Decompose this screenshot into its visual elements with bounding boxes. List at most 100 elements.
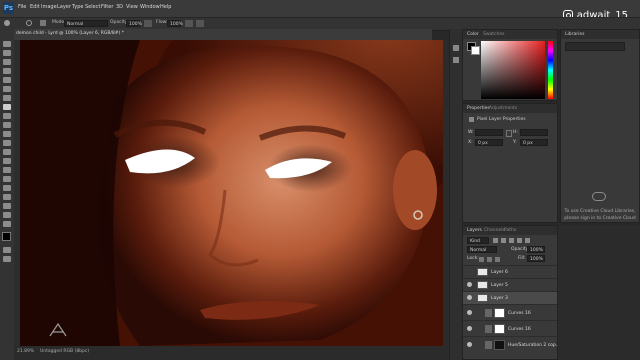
- tab-libraries[interactable]: Libraries: [565, 32, 584, 37]
- marquee-tool-icon[interactable]: [3, 50, 11, 56]
- brush-panel-icon[interactable]: [40, 20, 46, 26]
- layer-row[interactable]: Layer 6: [463, 265, 557, 278]
- blur-tool-icon[interactable]: [3, 149, 11, 155]
- menu-window[interactable]: Window: [140, 4, 160, 10]
- tab-paths[interactable]: Paths: [504, 228, 516, 233]
- layer-mask-thumbnail: [494, 340, 505, 350]
- smart-object-filter-icon[interactable]: [525, 238, 530, 243]
- menu-edit[interactable]: Edit: [30, 4, 40, 10]
- layer-name[interactable]: Layer 6: [491, 270, 508, 275]
- type-tool-icon[interactable]: [3, 176, 11, 182]
- history-brush-tool-icon[interactable]: [3, 122, 11, 128]
- visibility-eye-icon[interactable]: [467, 269, 472, 274]
- tab-layers[interactable]: Layers: [467, 228, 482, 233]
- zoom-level[interactable]: 21.89%: [17, 349, 34, 354]
- dodge-tool-icon[interactable]: [3, 158, 11, 164]
- lock-all-icon[interactable]: [495, 257, 500, 262]
- menu-select[interactable]: Select: [85, 4, 100, 10]
- adjustment-filter-icon[interactable]: [501, 238, 506, 243]
- tab-channels[interactable]: Channels: [484, 228, 505, 233]
- y-field[interactable]: 0 px: [520, 139, 548, 146]
- quick-select-tool-icon[interactable]: [3, 68, 11, 74]
- layer-row[interactable]: Hue/Saturation 2 cop...: [463, 336, 560, 352]
- layer-name[interactable]: Layer 3: [491, 296, 508, 301]
- crop-tool-icon[interactable]: [3, 77, 11, 83]
- history-icon[interactable]: [453, 45, 459, 51]
- layer-row[interactable]: Curves 16: [463, 320, 557, 336]
- tab-properties[interactable]: Properties: [467, 106, 490, 111]
- lock-position-icon[interactable]: [487, 257, 492, 262]
- type-filter-icon[interactable]: [509, 238, 514, 243]
- document-tab[interactable]: demon child - Lyrd @ 100% (Layer 6, RGB/…: [16, 31, 124, 36]
- color-picker-field[interactable]: [481, 41, 545, 99]
- menu-view[interactable]: View: [126, 4, 138, 10]
- visibility-eye-icon[interactable]: [467, 295, 472, 300]
- hue-slider[interactable]: [548, 41, 553, 99]
- visibility-eye-icon[interactable]: [467, 342, 472, 347]
- mode-select[interactable]: Normal: [64, 20, 108, 27]
- layer-name[interactable]: Hue/Saturation 2 cop...: [508, 343, 560, 348]
- x-field[interactable]: 0 px: [475, 139, 503, 146]
- lock-pixels-icon[interactable]: [479, 257, 484, 262]
- quick-mask-icon[interactable]: [3, 247, 11, 253]
- opacity-field[interactable]: 100%: [126, 20, 142, 27]
- layer-name[interactable]: Layer 5: [491, 283, 508, 288]
- library-select[interactable]: [565, 42, 625, 51]
- zoom-tool-icon[interactable]: [3, 212, 11, 218]
- layer-name[interactable]: Curves 16: [508, 327, 531, 332]
- status-bar: 21.89% Untagged RGB (8bpc): [14, 346, 449, 360]
- layer-row[interactable]: Layer 5: [463, 278, 557, 291]
- menu-file[interactable]: File: [18, 4, 26, 10]
- visibility-eye-icon[interactable]: [467, 310, 472, 315]
- pressure-size-icon[interactable]: [196, 20, 204, 27]
- menu-3d[interactable]: 3D: [116, 4, 123, 10]
- shape-filter-icon[interactable]: [517, 238, 522, 243]
- canvas[interactable]: [20, 40, 443, 346]
- screen-mode-icon[interactable]: [3, 256, 11, 262]
- gradient-tool-icon[interactable]: [3, 140, 11, 146]
- background-color-chip[interactable]: [471, 46, 480, 55]
- eraser-tool-icon[interactable]: [3, 131, 11, 137]
- menu-filter[interactable]: Filter: [101, 4, 113, 10]
- layer-name[interactable]: Curves 16: [508, 311, 531, 316]
- width-field[interactable]: [475, 129, 503, 136]
- more-tools-icon[interactable]: [3, 221, 11, 227]
- menu-image[interactable]: Image: [41, 4, 57, 10]
- brush-preset-icon[interactable]: [26, 20, 32, 26]
- menu-type[interactable]: Type: [72, 4, 83, 10]
- menu-layer[interactable]: Layer: [57, 4, 71, 10]
- foreground-color-swatch[interactable]: [2, 232, 11, 241]
- tab-swatches[interactable]: Swatches: [483, 32, 505, 37]
- visibility-eye-icon[interactable]: [467, 282, 472, 287]
- layer-opacity-field[interactable]: 100%: [527, 246, 545, 253]
- fill-field[interactable]: 100%: [527, 255, 545, 262]
- blend-mode-select[interactable]: Normal: [467, 246, 497, 253]
- actions-icon[interactable]: [453, 57, 459, 63]
- path-select-tool-icon[interactable]: [3, 185, 11, 191]
- tab-adjustments[interactable]: Adjustments: [489, 106, 517, 111]
- move-tool-icon[interactable]: [3, 41, 11, 47]
- layer-filter-select[interactable]: Kind: [467, 237, 489, 244]
- shape-tool-icon[interactable]: [3, 194, 11, 200]
- brush-tool-icon[interactable]: [4, 20, 10, 26]
- photoshop-logo[interactable]: Ps: [3, 2, 14, 14]
- menu-help[interactable]: Help: [160, 4, 171, 10]
- airbrush-icon[interactable]: [185, 20, 193, 27]
- pressure-opacity-icon[interactable]: [144, 20, 152, 27]
- layer-row[interactable]: Curves 16: [463, 304, 557, 320]
- brush-tool-icon[interactable]: [3, 104, 11, 110]
- layer-row-selected[interactable]: Layer 3: [463, 291, 557, 304]
- lasso-tool-icon[interactable]: [3, 59, 11, 65]
- healing-brush-tool-icon[interactable]: [3, 95, 11, 101]
- visibility-eye-icon[interactable]: [467, 326, 472, 331]
- flow-field[interactable]: 100%: [167, 20, 183, 27]
- link-icon[interactable]: [506, 130, 512, 137]
- height-field[interactable]: [520, 129, 548, 136]
- document-info[interactable]: Untagged RGB (8bpc): [40, 349, 89, 354]
- pixel-filter-icon[interactable]: [493, 238, 498, 243]
- tab-color[interactable]: Color: [467, 32, 479, 37]
- hand-tool-icon[interactable]: [3, 203, 11, 209]
- pen-tool-icon[interactable]: [3, 167, 11, 173]
- clone-stamp-tool-icon[interactable]: [3, 113, 11, 119]
- eyedropper-tool-icon[interactable]: [3, 86, 11, 92]
